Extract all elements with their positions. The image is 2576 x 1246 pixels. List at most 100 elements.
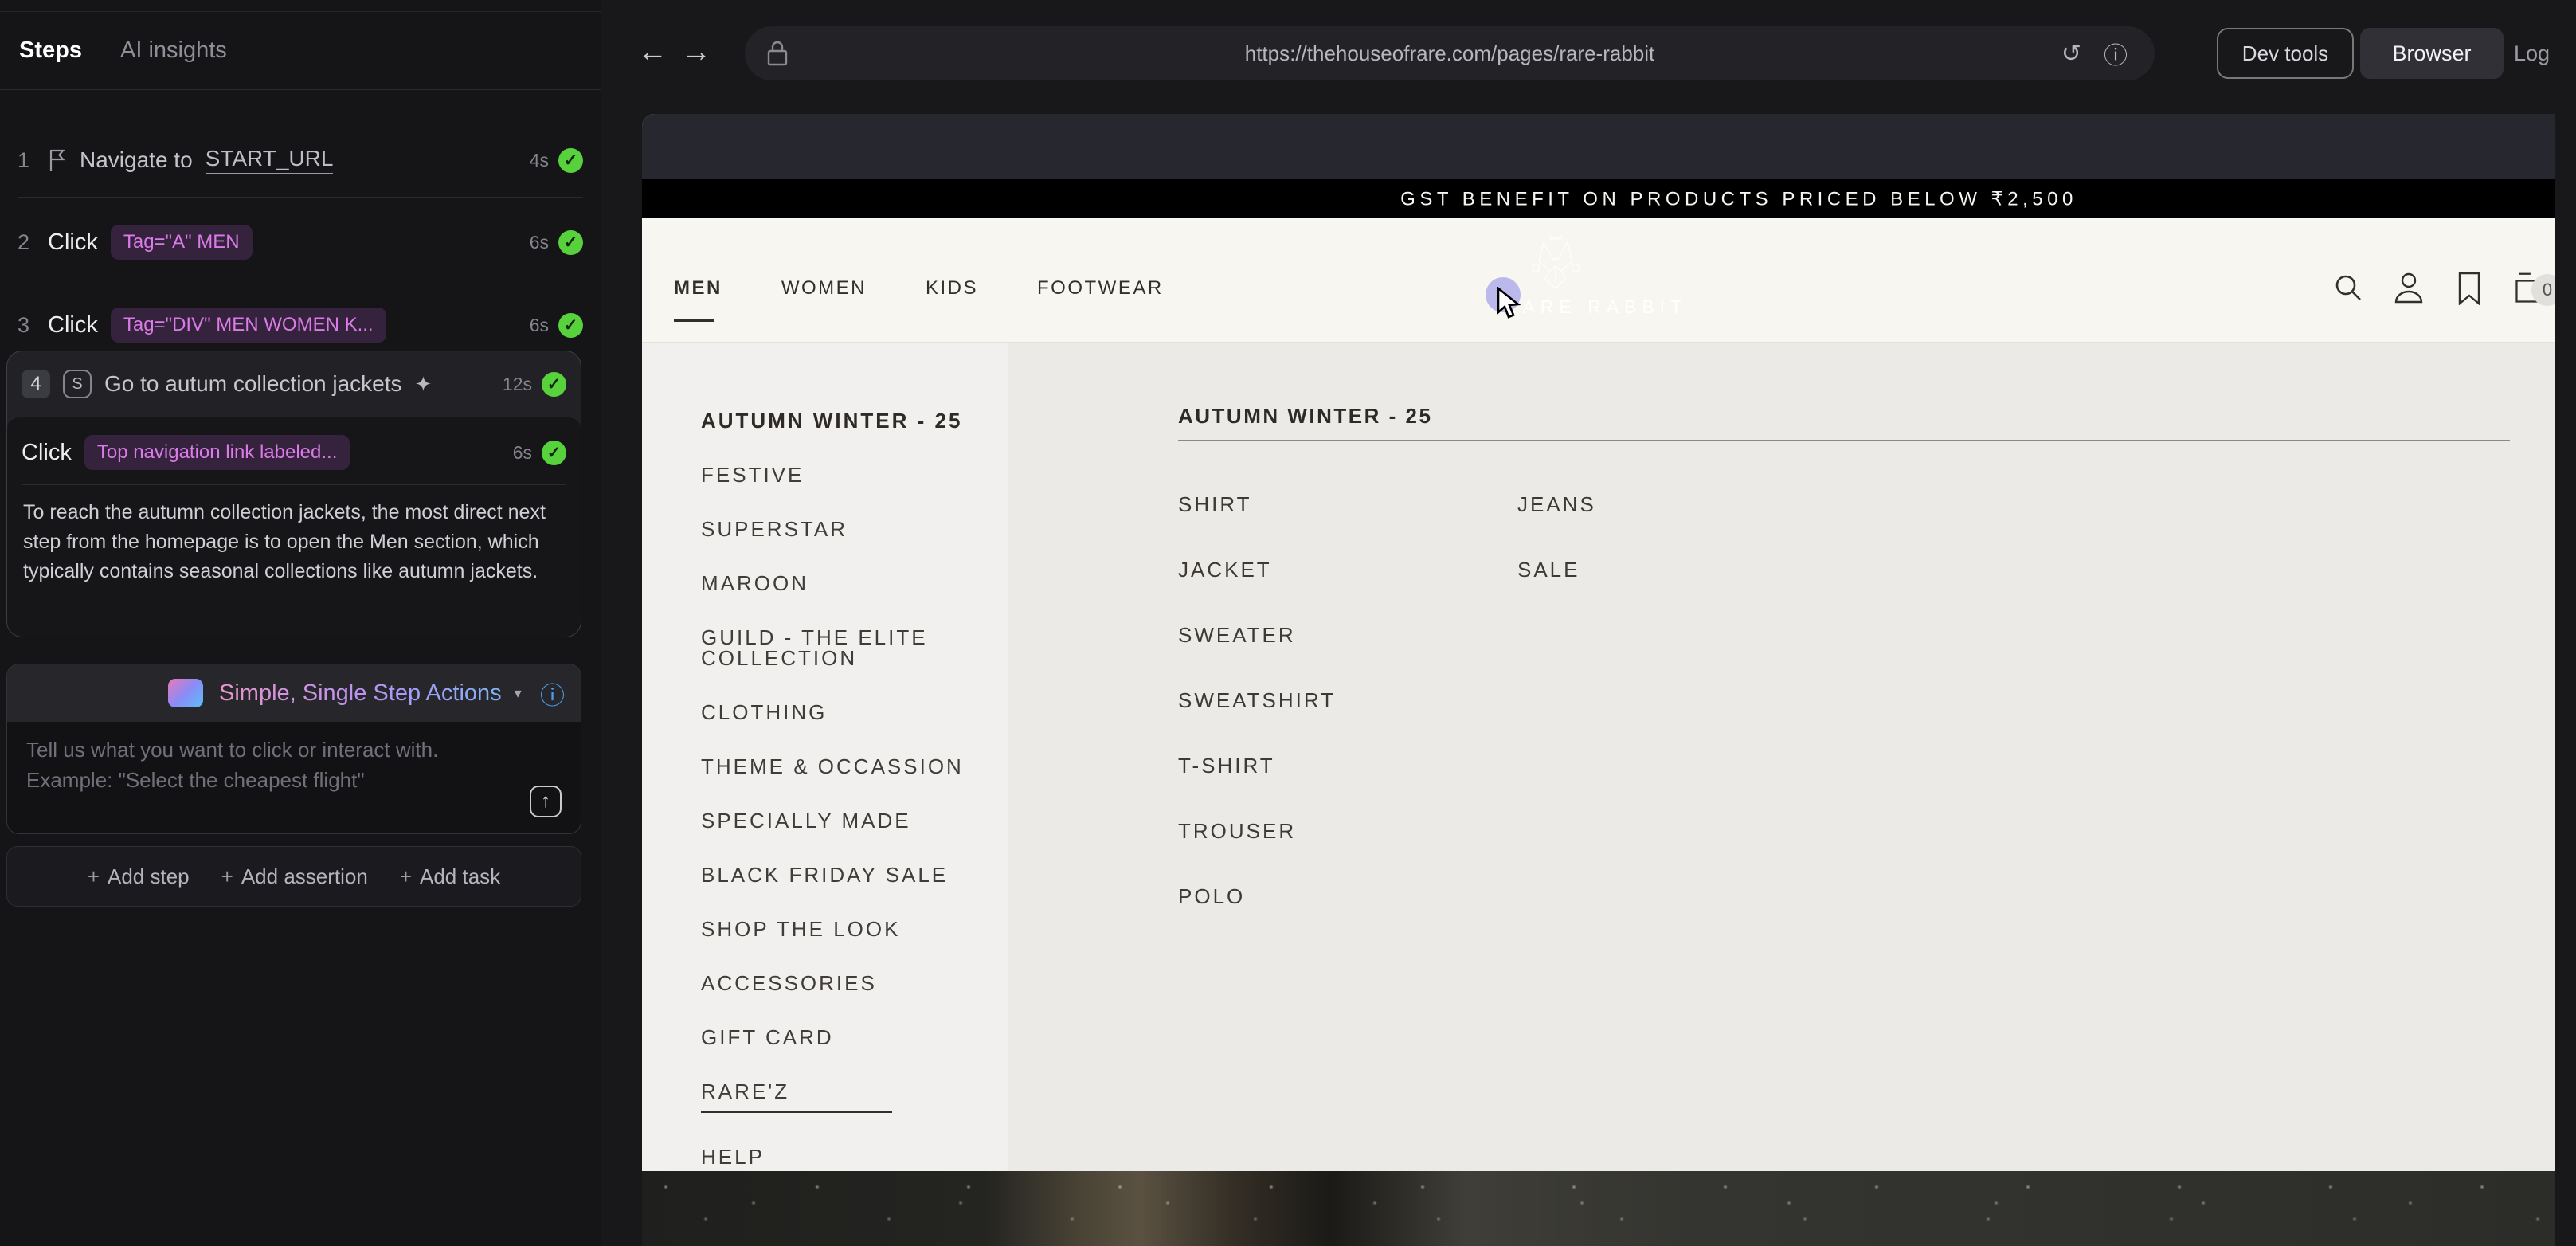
- ai-instruction-input[interactable]: [26, 735, 504, 822]
- add-task-button[interactable]: + Add task: [400, 864, 500, 889]
- announcement-text: GST BENEFIT ON PRODUCTS PRICED BELOW ₹2,…: [1400, 187, 2077, 210]
- step-row-2[interactable]: 2 Click Tag="A" MEN 6s ✓: [0, 206, 601, 279]
- success-check-icon: ✓: [558, 148, 583, 173]
- step-index-badge: 4: [22, 370, 50, 398]
- menu-item-theme-occassion[interactable]: THEME & OCCASSION: [701, 756, 1008, 777]
- selector-badge: Tag="A" MEN: [111, 225, 253, 260]
- ai-panel-body: ↑: [7, 722, 581, 834]
- task-step-body: Click Top navigation link labeled... 6s …: [7, 417, 581, 637]
- task-description: To reach the autumn collection jackets, …: [7, 485, 581, 599]
- step-index: 2: [18, 230, 35, 255]
- menu-item-festive[interactable]: FESTIVE: [701, 464, 1008, 485]
- submenu-item-trouser[interactable]: TROUSER: [1178, 821, 1336, 841]
- page-top-band: [642, 114, 2555, 179]
- plus-icon: +: [88, 864, 100, 889]
- site-nav: MEN WOMEN KIDS FOOTWEAR: [674, 277, 1164, 300]
- menu-item-superstar[interactable]: SUPERSTAR: [701, 519, 1008, 539]
- page-info-button[interactable]: ⓘ: [2104, 36, 2128, 71]
- menu-item-black-friday-sale[interactable]: BLACK FRIDAY SALE: [701, 864, 1008, 885]
- wishlist-bookmark-icon[interactable]: [2453, 271, 2485, 306]
- submenu-item-sweater[interactable]: SWEATER: [1178, 625, 1336, 645]
- view-tab-browser[interactable]: Browser: [2360, 28, 2504, 79]
- menu-category-list: AUTUMN WINTER - 25 FESTIVE SUPERSTAR MAR…: [642, 343, 1008, 1171]
- menu-item-autumn-winter[interactable]: AUTUMN WINTER - 25: [701, 410, 1008, 431]
- dev-tools-button[interactable]: Dev tools: [2217, 28, 2354, 79]
- plus-icon: +: [221, 864, 233, 889]
- submenu-item-polo[interactable]: POLO: [1178, 886, 1336, 907]
- hero-photo: [642, 1171, 2555, 1246]
- logo-text: RARE RABBIT: [1504, 296, 1687, 318]
- cart-icon[interactable]: 0: [2514, 271, 2546, 306]
- site-logo[interactable]: RARE RABBIT: [1504, 234, 1687, 318]
- menu-item-rarez[interactable]: RARE'Z: [701, 1081, 892, 1113]
- view-tab-log[interactable]: Log: [2514, 28, 2550, 79]
- submenu-item-jeans[interactable]: JEANS: [1517, 494, 1596, 515]
- ai-panel-header: AI Simple, Single Step Actions ▾ ⓘ: [7, 664, 581, 722]
- reload-button[interactable]: ↺: [2061, 40, 2081, 68]
- lock-icon: [765, 39, 789, 68]
- step-duration: 6s: [530, 232, 549, 253]
- forward-button[interactable]: →: [681, 35, 711, 69]
- menu-item-gift-card[interactable]: GIFT CARD: [701, 1027, 1008, 1048]
- ai-mode-selector[interactable]: Simple, Single Step Actions: [219, 680, 502, 707]
- sidebar-footer-actions: + Add step + Add assertion + Add task: [6, 846, 581, 907]
- task-substep-row[interactable]: Click Top navigation link labeled... 6s …: [7, 417, 581, 484]
- menu-item-help[interactable]: HELP: [701, 1146, 1008, 1167]
- chevron-down-icon: ▾: [515, 685, 522, 702]
- screen: Steps AI insights 1 Navigate to START_UR…: [0, 0, 2576, 1246]
- rabbit-logo-icon: [1504, 234, 1607, 292]
- step-row-1[interactable]: 1 Navigate to START_URL 4s ✓: [0, 123, 601, 197]
- active-nav-underline: [674, 319, 714, 322]
- success-check-icon: ✓: [542, 372, 566, 397]
- menu-item-clothing[interactable]: CLOTHING: [701, 702, 1008, 723]
- search-icon[interactable]: [2332, 271, 2364, 306]
- announcement-banner: GST BENEFIT ON PRODUCTS PRICED BELOW ₹2,…: [642, 179, 2555, 218]
- divider: [18, 197, 583, 198]
- menu-item-shop-the-look[interactable]: SHOP THE LOOK: [701, 919, 1008, 939]
- mega-menu: AUTUMN WINTER - 25 FESTIVE SUPERSTAR MAR…: [642, 343, 2555, 1171]
- submenu-item-tshirt[interactable]: T-SHIRT: [1178, 755, 1336, 776]
- account-icon[interactable]: [2393, 271, 2425, 306]
- url-text[interactable]: https://thehouseofrare.com/pages/rare-ra…: [1245, 41, 1655, 66]
- tab-ai-insights[interactable]: AI insights: [120, 37, 227, 64]
- step-index: 1: [18, 148, 35, 173]
- task-step-header[interactable]: 4 S Go to autum collection jackets ✦ 12s…: [7, 351, 581, 417]
- submenu-item-sweatshirt[interactable]: SWEATSHIRT: [1178, 690, 1336, 711]
- nav-men[interactable]: MEN: [674, 277, 722, 300]
- nav-women[interactable]: WOMEN: [781, 277, 867, 300]
- submenu-item-sale[interactable]: SALE: [1517, 559, 1596, 580]
- submenu-item-jacket[interactable]: JACKET: [1178, 559, 1336, 580]
- step-duration: 12s: [503, 374, 532, 395]
- add-step-button[interactable]: + Add step: [88, 864, 190, 889]
- task-step-card[interactable]: 4 S Go to autum collection jackets ✦ 12s…: [6, 351, 581, 637]
- site-header: MEN WOMEN KIDS FOOTWEAR RARE RABBIT: [642, 218, 2555, 343]
- menu-item-maroon[interactable]: MAROON: [701, 573, 1008, 594]
- submit-button[interactable]: ↑: [530, 786, 562, 817]
- menu-item-specially-made[interactable]: SPECIALLY MADE: [701, 810, 1008, 831]
- arrow-up-icon: ↑: [541, 790, 550, 813]
- back-button[interactable]: ←: [637, 35, 667, 69]
- sidebar-tabs: Steps AI insights: [0, 11, 601, 90]
- step-type-key-icon: S: [63, 370, 92, 398]
- ai-action-panel: AI Simple, Single Step Actions ▾ ⓘ ↑: [6, 664, 581, 834]
- step-duration: 4s: [530, 150, 549, 171]
- steps-sidebar: Steps AI insights 1 Navigate to START_UR…: [0, 0, 601, 1246]
- step-duration: 6s: [530, 315, 549, 336]
- start-url-link[interactable]: START_URL: [206, 146, 334, 174]
- add-assertion-button[interactable]: + Add assertion: [221, 864, 368, 889]
- flag-icon: [48, 148, 67, 172]
- selector-badge: Tag="DIV" MEN WOMEN K...: [111, 308, 386, 343]
- menu-item-guild[interactable]: GUILD - THE ELITE COLLECTION: [701, 627, 1008, 668]
- menu-item-accessories[interactable]: ACCESSORIES: [701, 973, 1008, 993]
- nav-footwear[interactable]: FOOTWEAR: [1037, 277, 1164, 300]
- submenu-item-shirt[interactable]: SHIRT: [1178, 494, 1336, 515]
- nav-kids[interactable]: KIDS: [926, 277, 978, 300]
- tab-steps[interactable]: Steps: [19, 37, 82, 64]
- success-check-icon: ✓: [558, 313, 583, 338]
- address-bar[interactable]: https://thehouseofrare.com/pages/rare-ra…: [745, 26, 2155, 80]
- info-icon[interactable]: ⓘ: [540, 676, 565, 711]
- header-icons: 0: [2332, 271, 2546, 306]
- ai-badge-icon: AI: [168, 679, 203, 707]
- substep-action: Click: [22, 440, 72, 466]
- subpanel-divider: [1178, 440, 2510, 441]
